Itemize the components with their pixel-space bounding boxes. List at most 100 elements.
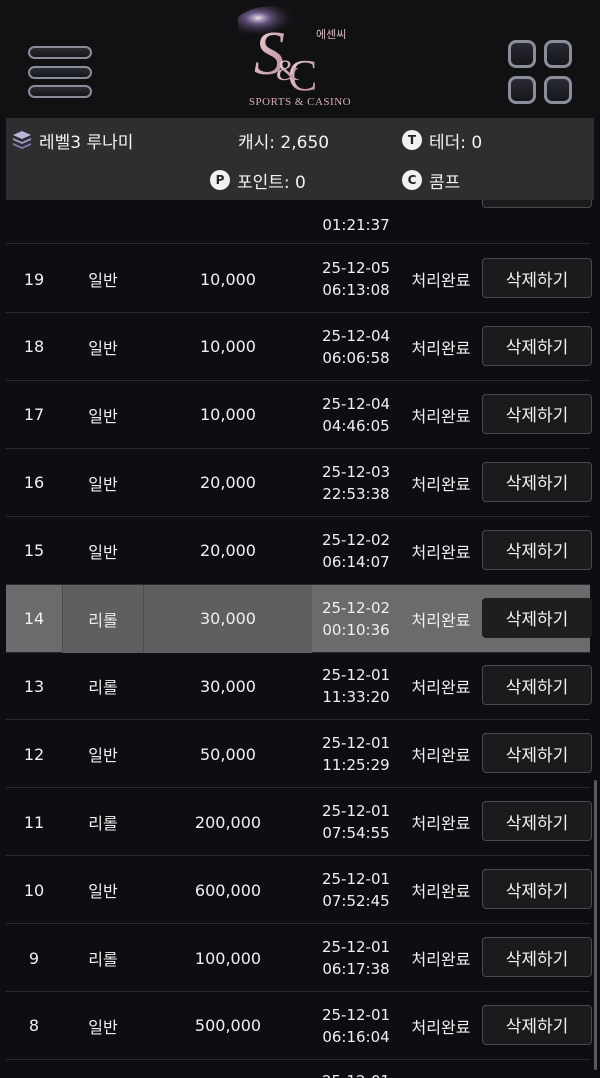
table-row[interactable]: 10 일반 600,000 25-12-01 07:52:45 처리완료 삭제하기 [6,856,592,925]
row-type: 일반 [88,406,118,426]
transaction-list[interactable]: 01:21:37 19 일반 10,000 25-12-05 06:13:08 처리완료 삭… [0,200,600,1078]
row-number: 8 [28,1016,40,1036]
delete-button[interactable]: 삭제하기 [482,869,592,910]
row-datetime: 25-12-01 11:25:29 [312,720,400,788]
row-number: 15 [23,541,45,561]
row-time: 01:21:37 [322,216,390,234]
row-date: 25-12-01 [321,734,391,753]
hamburger-icon-bar-2 [28,66,92,79]
comp-text: 콤프 [429,172,461,193]
row-datetime: 25-12-02 00:10:36 [312,585,400,653]
row-amount: 200,000 [194,812,262,832]
table-row[interactable]: 13 리롤 30,000 25-12-01 11:33:20 처리완료 삭제하기 [6,652,592,721]
row-datetime: 25-12-01 06:17:38 [312,924,400,992]
delete-button[interactable]: 삭제하기 [482,665,592,706]
table-row[interactable]: 18 일반 10,000 25-12-04 06:06:58 처리완료 삭제하기 [6,313,592,381]
grid-icon-square-4 [544,76,572,104]
delete-button[interactable]: 삭제하기 [482,1004,592,1045]
tether-balance-text: 테더: 0 [429,132,483,153]
row-time: 06:06:58 [322,348,390,367]
delete-button[interactable]: 삭제하기 [482,529,592,570]
menu-button[interactable] [28,46,92,100]
logo-korean-text: 에센씨 [316,28,347,41]
partial-top-row-button[interactable] [482,200,592,208]
row-type: 리롤 [88,950,118,969]
delete-button[interactable]: 삭제하기 [482,733,592,774]
row-date: 25-12-01 [322,1070,390,1078]
row-datetime: 25-12-05 06:13:08 [312,245,400,313]
row-type: 리롤 [62,584,144,653]
row-amount: 30,000 [144,584,312,653]
row-amount: 50,000 [200,744,256,764]
row-status: 처리완료 [411,882,471,902]
partial-bottom-row: 25-12-01 [6,1060,590,1078]
row-time: 07:52:45 [322,892,390,911]
row-status: 처리완료 [411,950,471,969]
row-number: 16 [23,473,45,493]
row-type: 일반 [88,746,118,766]
row-date: 25-12-05 [321,259,391,277]
row-time: 06:17:38 [322,960,390,978]
delete-button[interactable]: 삭제하기 [482,461,592,502]
row-time: 06:14:07 [322,552,390,571]
hamburger-icon-bar-3 [28,85,92,98]
row-date: 25-12-04 [321,394,391,413]
row-amount: 10,000 [200,269,256,289]
cash-balance-text: 캐시: 2,650 [238,132,330,153]
table-row[interactable]: 19 일반 10,000 25-12-05 06:13:08 처리완료 삭제하기 [6,245,592,313]
row-type: 리롤 [88,814,118,834]
row-time: 11:33:20 [322,688,390,707]
user-level[interactable]: 레벨3 루나미 [12,126,133,154]
row-type: 리롤 [88,678,118,698]
tether-icon: T [402,130,422,150]
row-time: 00:10:36 [322,620,390,639]
table-row[interactable]: 9 리롤 100,000 25-12-01 06:17:38 처리완료 삭제하기 [6,924,592,992]
site-logo[interactable]: S C & 에센씨 SPORTS & CASINO [234,6,362,114]
table-row[interactable]: 12 일반 50,000 25-12-01 11:25:29 처리완료 삭제하기 [6,720,592,789]
row-number: 18 [23,337,45,357]
row-time: 22:53:38 [322,484,390,503]
row-time: 06:16:04 [322,1027,390,1046]
table-row[interactable]: 15 일반 20,000 25-12-02 06:14:07 처리완료 삭제하기 [6,517,592,585]
row-status: 처리완료 [411,1017,471,1037]
delete-button[interactable]: 삭제하기 [482,937,592,977]
delete-button[interactable]: 삭제하기 [482,801,592,842]
row-datetime: 25-12-01 07:54:55 [312,788,400,856]
row-time: 07:54:55 [322,824,390,843]
points-balance-text: 포인트: 0 [237,172,306,193]
row-status: 처리완료 [411,746,471,766]
row-datetime: 25-12-03 22:53:38 [312,449,400,517]
row-date: 25-12-02 [321,530,391,549]
table-row[interactable]: 16 일반 20,000 25-12-03 22:53:38 처리완료 삭제하기 [6,449,592,517]
user-info-bar: 레벨3 루나미 캐시: 2,650 T 테더: 0 P 포인트: 0 C 콤프 [6,118,594,200]
comp-link[interactable]: C 콤프 [402,166,460,194]
hamburger-icon [28,46,92,59]
row-datetime: 25-12-01 11:33:20 [312,652,400,720]
cash-balance: 캐시: 2,650 [238,126,329,154]
scrollbar[interactable] [594,780,597,1070]
row-amount: 20,000 [200,473,256,493]
row-status: 처리완료 [411,271,471,290]
table-row[interactable]: 17 일반 10,000 25-12-04 04:46:05 처리완료 삭제하기 [6,381,592,449]
table-row[interactable]: 14 리롤 30,000 25-12-02 00:10:36 처리완료 삭제하기 [6,584,592,653]
apps-grid-button[interactable] [508,40,574,106]
delete-button[interactable]: 삭제하기 [482,325,592,366]
row-type: 일반 [88,882,118,902]
row-date: 25-12-01 [321,666,391,685]
table-row[interactable]: 11 리롤 200,000 25-12-01 07:54:55 처리완료 삭제하기 [6,788,592,857]
tether-balance: T 테더: 0 [402,126,482,154]
row-amount: 10,000 [200,337,256,357]
delete-button[interactable]: 삭제하기 [482,258,592,298]
logo-caption: SPORTS & CASINO [248,96,352,108]
delete-button[interactable]: 삭제하기 [482,597,592,638]
table-row[interactable]: 8 일반 500,000 25-12-01 06:16:04 처리완료 삭제하기 [6,992,592,1060]
row-type: 일반 [88,542,118,562]
delete-button[interactable]: 삭제하기 [482,393,592,434]
row-datetime: 25-12-02 06:14:07 [312,517,400,585]
row-number: 13 [23,676,45,696]
row-datetime: 25-12-01 07:52:45 [312,856,400,924]
row-status: 처리완료 [411,406,471,426]
grid-icon-square-3 [508,76,536,104]
row-status: 처리완료 [411,814,471,834]
row-type: 일반 [88,271,118,290]
